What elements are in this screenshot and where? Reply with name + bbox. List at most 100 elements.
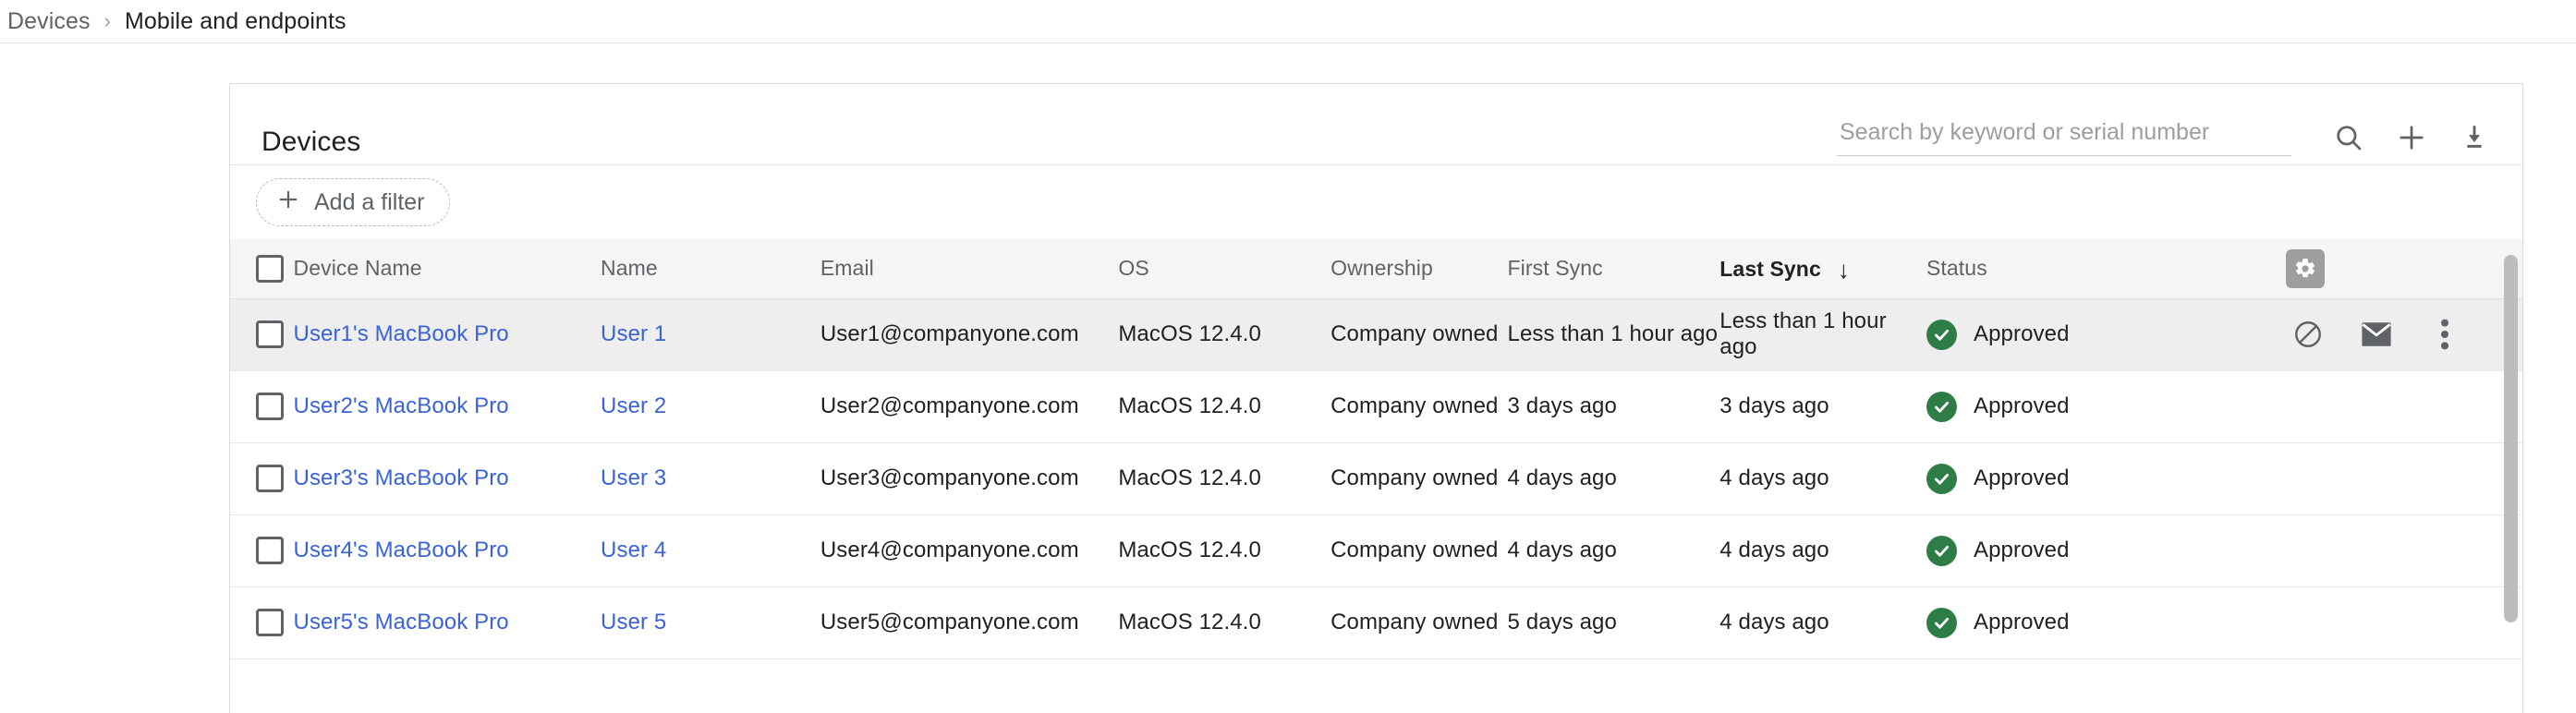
download-icon[interactable] [2448,112,2500,163]
breadcrumb: Devices › Mobile and endpoints [0,0,2576,43]
status-badge: Approved [1974,610,2070,635]
table-row[interactable]: User1's MacBook Pro User 1 User1@companyon… [230,298,2522,370]
column-header-email[interactable]: Email [820,239,1118,298]
table-header-row: Device Name Name Email OS Ownership Firs… [230,239,2522,298]
add-icon[interactable] [2386,112,2437,163]
cell-email: User3@companyone.com [820,442,1118,514]
column-header-status[interactable]: Status [1926,239,2280,298]
cell-first-sync: 3 days ago [1508,370,1720,442]
cell-name: User 2 [601,370,820,442]
breadcrumb-separator-icon: › [104,11,111,31]
table-header: Device Name Name Email OS Ownership Firs… [230,239,2522,298]
table-row[interactable]: User2's MacBook Pro User 2 User2@companyon… [230,370,2522,442]
status-badge: Approved [1974,538,2070,563]
cell-ownership: Company owned [1331,370,1507,442]
table-row[interactable]: User4's MacBook Pro User 4 User4@companyon… [230,514,2522,586]
status-approved-icon [1926,320,1957,350]
row-select-cell [230,298,294,370]
cell-ownership: Company owned [1331,442,1507,514]
breadcrumb-link-devices[interactable]: Devices [0,8,91,35]
column-header-os[interactable]: OS [1118,239,1331,298]
cell-row-actions [2280,298,2522,370]
cell-first-sync: 4 days ago [1508,442,1720,514]
cell-status: Approved [1926,514,2280,586]
user-name-link[interactable]: User 1 [601,321,666,346]
cell-status: Approved [1926,298,2280,370]
devices-table: Device Name Name Email OS Ownership Firs… [230,239,2522,659]
cell-row-actions [2280,586,2522,659]
device-name-link[interactable]: User3's MacBook Pro [294,465,509,490]
filter-bar: Add a filter [230,165,2522,239]
devices-table-scroll-area: Device Name Name Email OS Ownership Firs… [230,239,2522,713]
cell-first-sync: 5 days ago [1508,586,1720,659]
select-all-header-cell [230,239,294,298]
cell-email: User1@companyone.com [820,298,1118,370]
row-checkbox[interactable] [256,465,284,492]
device-name-link[interactable]: User2's MacBook Pro [294,393,509,418]
row-checkbox[interactable] [256,393,284,420]
user-name-link[interactable]: User 3 [601,465,666,490]
cell-row-actions [2280,514,2522,586]
cell-name: User 5 [601,586,820,659]
add-filter-label: Add a filter [314,189,425,216]
table-row[interactable]: User3's MacBook Pro User 3 User3@companyon… [230,442,2522,514]
status-badge: Approved [1974,465,2070,491]
add-filter-button[interactable]: Add a filter [256,178,450,226]
row-select-cell [230,586,294,659]
cell-name: User 1 [601,298,820,370]
search-input[interactable] [1837,119,2291,148]
page-body: Devices [0,43,2576,713]
cell-name: User 4 [601,514,820,586]
column-header-device-name[interactable]: Device Name [294,239,601,298]
device-name-link[interactable]: User5's MacBook Pro [294,610,509,634]
cell-os: MacOS 12.4.0 [1118,586,1331,659]
cell-ownership: Company owned [1331,514,1507,586]
search-icon[interactable] [2323,112,2375,163]
table-scrollbar-thumb[interactable] [2504,255,2518,622]
column-header-name[interactable]: Name [601,239,820,298]
status-approved-icon [1926,392,1957,422]
cell-email: User2@companyone.com [820,370,1118,442]
column-header-ownership[interactable]: Ownership [1331,239,1507,298]
cell-status: Approved [1926,586,2280,659]
cell-os: MacOS 12.4.0 [1118,514,1331,586]
gear-icon[interactable] [2286,249,2325,288]
cell-device-name: User5's MacBook Pro [294,586,601,659]
cell-device-name: User2's MacBook Pro [294,370,601,442]
cell-os: MacOS 12.4.0 [1118,298,1331,370]
status-badge: Approved [1974,393,2070,419]
user-name-link[interactable]: User 4 [601,538,666,562]
row-checkbox[interactable] [256,609,284,636]
devices-card: Devices [229,83,2523,713]
search-field-wrapper [1837,119,2291,156]
user-name-link[interactable]: User 2 [601,393,666,418]
cell-ownership: Company owned [1331,586,1507,659]
email-icon[interactable] [2356,314,2397,355]
table-row[interactable]: User5's MacBook Pro User 5 User5@companyon… [230,586,2522,659]
more-options-icon[interactable] [2424,314,2465,355]
cell-device-name: User4's MacBook Pro [294,514,601,586]
device-name-link[interactable]: User4's MacBook Pro [294,538,509,562]
cell-last-sync: Less than 1 hour ago [1719,298,1926,370]
device-name-link[interactable]: User1's MacBook Pro [294,321,509,346]
status-approved-icon [1926,536,1957,566]
table-scrollbar[interactable] [2500,242,2521,713]
block-icon[interactable] [2288,314,2328,355]
select-all-checkbox[interactable] [256,255,284,283]
row-checkbox[interactable] [256,537,284,564]
cell-device-name: User3's MacBook Pro [294,442,601,514]
cell-device-name: User1's MacBook Pro [294,298,601,370]
column-header-first-sync[interactable]: First Sync [1508,239,1720,298]
user-name-link[interactable]: User 5 [601,610,666,634]
cell-first-sync: Less than 1 hour ago [1508,298,1720,370]
table-body: User1's MacBook Pro User 1 User1@companyon… [230,298,2522,659]
cell-email: User4@companyone.com [820,514,1118,586]
row-select-cell [230,442,294,514]
plus-icon [275,187,301,219]
header-actions [1837,112,2500,163]
cell-last-sync: 4 days ago [1719,442,1926,514]
cell-email: User5@companyone.com [820,586,1118,659]
column-header-last-sync[interactable]: Last Sync↓ [1719,239,1926,298]
row-checkbox[interactable] [256,320,284,348]
column-header-last-sync-label: Last Sync [1719,257,1821,281]
